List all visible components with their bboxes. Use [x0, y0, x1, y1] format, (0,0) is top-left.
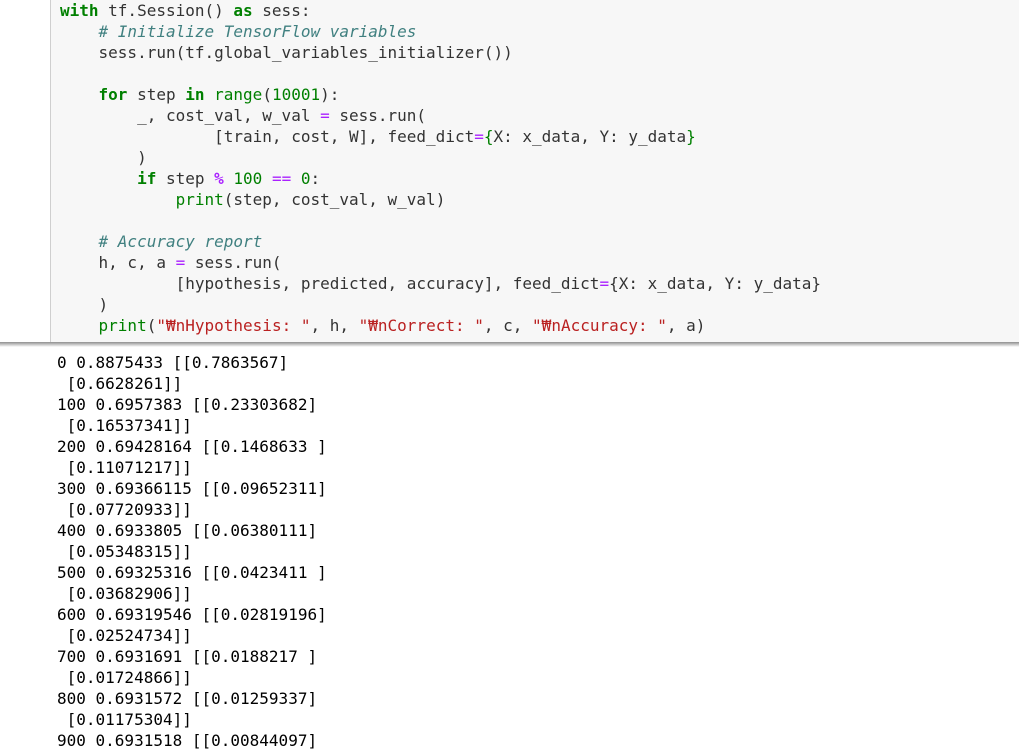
code-line-10: print(step, cost_val, w_val) — [60, 189, 446, 210]
code-comment: # Initialize TensorFlow variables — [98, 22, 417, 41]
output-line: [0.01175304]] — [57, 710, 192, 729]
output-line: [0.11071217]] — [57, 458, 192, 477]
code-text: ( — [262, 85, 272, 104]
number: 10001 — [271, 85, 321, 104]
output-line: 500 0.69325316 [[0.0423411 ] — [57, 563, 327, 582]
code-text: sess.run( — [329, 106, 427, 125]
code-line-7: [train, cost, W], feed_dict={X: x_data, … — [60, 126, 696, 147]
code-text: X: x_data, Y: y_data — [618, 274, 812, 293]
code-line-6: _, cost_val, w_val = sess.run( — [60, 105, 426, 126]
code-line-15: ) — [60, 295, 109, 314]
code-text: , c, — [483, 316, 533, 335]
code-comment: # Accuracy report — [98, 232, 263, 251]
output-line: 200 0.69428164 [[0.1468633 ] — [57, 437, 327, 456]
code-text: (step, cost_val, w_val) — [223, 190, 446, 209]
code-line-5: for step in range(10001): — [60, 84, 340, 105]
code-text: h, c, a — [60, 253, 176, 272]
brace: } — [811, 274, 822, 293]
output-line: 300 0.69366115 [[0.09652311] — [57, 479, 327, 498]
code-line-2: # Initialize TensorFlow variables — [60, 21, 417, 42]
code-line-9: if step % 100 == 0: — [60, 168, 320, 189]
code-cell-input[interactable]: with tf.Session() as sess: # Initialize … — [50, 0, 1019, 342]
code-text: tf.Session() — [98, 1, 234, 20]
keyword: in — [185, 85, 205, 104]
code-text: sess.run( — [185, 253, 282, 272]
code-text: sess: — [252, 1, 311, 20]
code-text: ): — [320, 85, 340, 104]
code-text: [train, cost, W], feed_dict — [60, 127, 475, 146]
operator: % — [214, 169, 224, 188]
operator: = — [474, 127, 484, 146]
output-line: 700 0.6931691 [[0.0188217 ] — [57, 647, 318, 666]
code-text: [hypothesis, predicted, accuracy], feed_… — [60, 274, 600, 293]
code-line-16: print("₩nHypothesis: ", h, "₩nCorrect: "… — [60, 315, 706, 336]
keyword: if — [137, 169, 157, 188]
builtin: range — [214, 85, 263, 104]
code-line-14: [hypothesis, predicted, accuracy], feed_… — [60, 273, 821, 294]
operator: == — [271, 169, 292, 188]
keyword: as — [233, 1, 253, 20]
code-line-3: sess.run(tf.global_variables_initializer… — [60, 43, 513, 62]
code-text: X: x_data, Y: y_data — [493, 127, 687, 146]
output-line: [0.05348315]] — [57, 542, 192, 561]
keyword: with — [60, 1, 99, 20]
code-text: : — [310, 169, 321, 188]
code-line-8: ) — [60, 148, 147, 167]
code-line-13: h, c, a = sess.run( — [60, 252, 282, 273]
output-line: [0.03682906]] — [57, 584, 192, 603]
operator: = — [599, 274, 610, 293]
keyword: for — [98, 85, 128, 104]
cell-output: 0 0.8875433 [[0.7863567] [0.6628261]] 10… — [57, 352, 1007, 751]
code-text: , a) — [666, 316, 706, 335]
code-line-12: # Accuracy report — [60, 231, 263, 252]
output-line: 800 0.6931572 [[0.01259337] — [57, 689, 318, 708]
code-text: step — [127, 85, 186, 104]
brace: } — [686, 127, 696, 146]
output-line: 600 0.69319546 [[0.02819196] — [57, 605, 327, 624]
output-line: 0 0.8875433 [[0.7863567] — [57, 353, 289, 372]
output-line: [0.16537341]] — [57, 416, 192, 435]
builtin: print — [98, 316, 147, 335]
brace: { — [609, 274, 619, 293]
operator: = — [320, 106, 330, 125]
code-line-1: with tf.Session() as sess: — [60, 0, 310, 21]
operator: = — [175, 253, 186, 272]
number: 0 — [300, 169, 311, 188]
output-line: 100 0.6957383 [[0.23303682] — [57, 395, 318, 414]
cell-divider-shadow — [0, 342, 1019, 347]
output-line: 400 0.6933805 [[0.06380111] — [57, 521, 318, 540]
string-literal: "₩nAccuracy: " — [532, 316, 667, 335]
brace: { — [483, 127, 494, 146]
code-text: , h, — [310, 316, 359, 335]
code-text: step — [156, 169, 215, 188]
output-line: [0.07720933]] — [57, 500, 192, 519]
builtin: print — [175, 190, 224, 209]
number: 100 — [233, 169, 263, 188]
output-line: 900 0.6931518 [[0.00844097] — [57, 731, 318, 750]
code-text: _, cost_val, w_val — [60, 106, 321, 125]
output-line: [0.6628261]] — [57, 374, 183, 393]
string-literal: "₩nHypothesis: " — [156, 316, 311, 335]
output-line: [0.01724866]] — [57, 668, 192, 687]
output-line: [0.02524734]] — [57, 626, 192, 645]
code-text: ( — [146, 316, 157, 335]
string-literal: "₩nCorrect: " — [358, 316, 484, 335]
